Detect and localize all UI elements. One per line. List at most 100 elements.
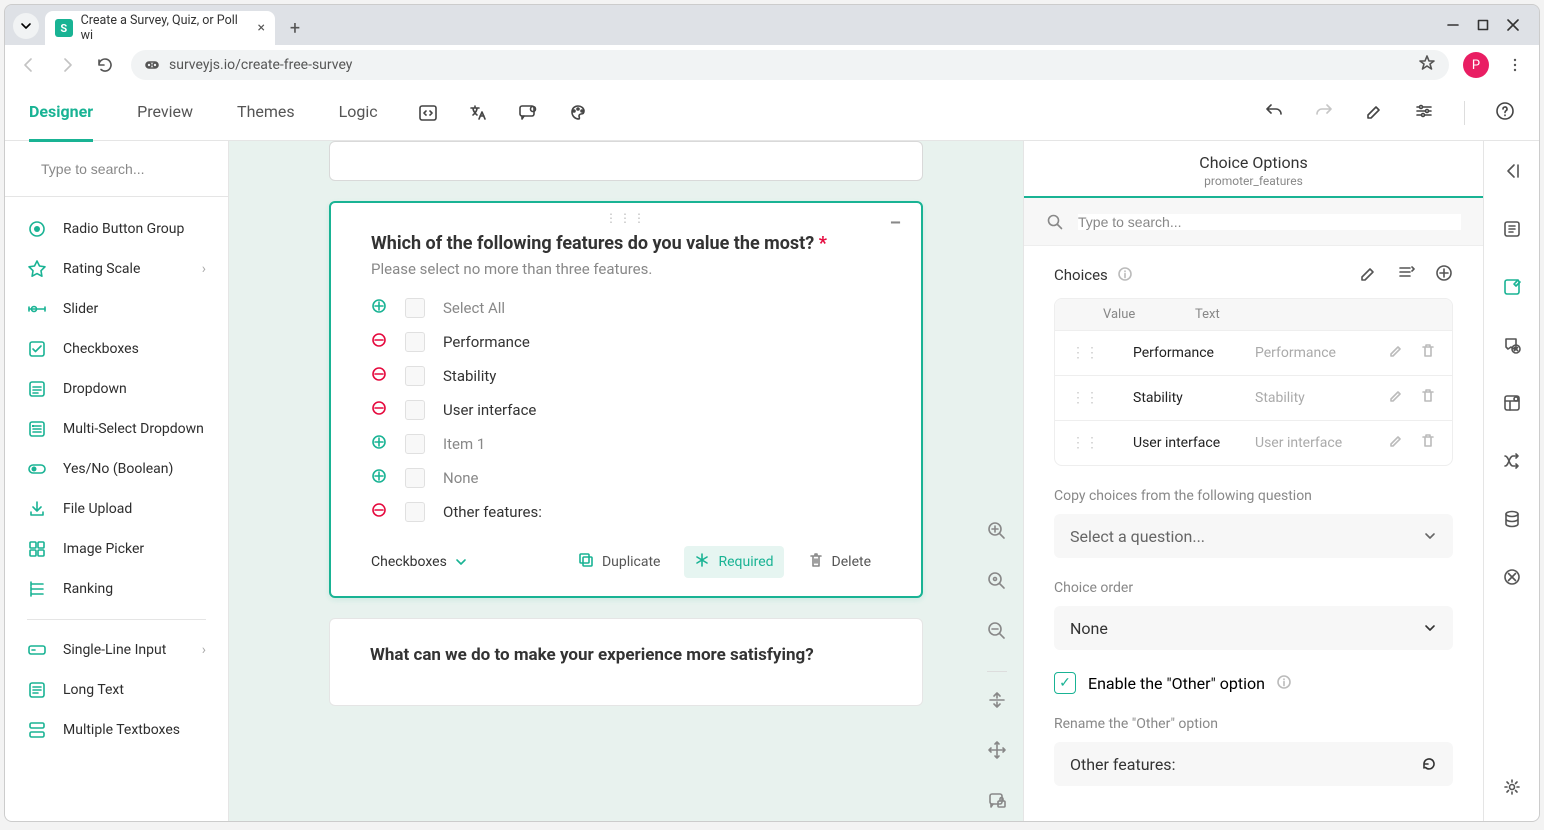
other-text-input[interactable]: Other features: [1054,742,1453,786]
reload-icon[interactable] [93,53,117,77]
choice-text[interactable]: Stability [443,367,496,385]
edit-icon[interactable] [1388,343,1404,363]
general-icon[interactable] [1502,219,1522,243]
remove-icon[interactable] [371,502,387,522]
choice-row[interactable]: Select All [371,298,881,318]
choice-value[interactable]: User interface [1115,435,1255,451]
tab-search-icon[interactable] [13,13,39,39]
tool-item[interactable]: Checkboxes [5,329,228,369]
props-search-input[interactable] [1078,214,1461,230]
choice-text[interactable]: None [443,469,479,487]
copy-source-select[interactable]: Select a question... [1054,514,1453,558]
choice-text[interactable]: Performance [1255,345,1388,361]
tool-item[interactable]: Rating Scale› [5,249,228,289]
question-card[interactable]: ⋮⋮⋮ – Which of the following features do… [329,201,923,598]
drag-handle-icon[interactable]: ⋮⋮⋮ [605,211,647,225]
tool-item[interactable]: Radio Button Group [5,209,228,249]
add-icon[interactable] [371,468,387,488]
question-title[interactable]: Which of the following features do you v… [371,233,881,254]
validation-icon[interactable] [1502,335,1522,359]
back-icon[interactable] [17,53,41,77]
tool-item[interactable]: Long Text [5,670,228,710]
drag-handle-icon[interactable]: ⋮⋮ [1055,345,1115,361]
choice-row[interactable]: Stability [371,366,881,386]
tool-item[interactable]: Image Picker [5,529,228,569]
tab-preview[interactable]: Preview [137,85,193,142]
gear-icon[interactable] [1502,777,1522,801]
choice-text[interactable]: Stability [1255,390,1388,406]
help-icon[interactable] [1495,101,1515,125]
delete-button[interactable]: Delete [798,546,881,578]
choice-text[interactable]: Other features: [443,503,542,521]
settings-icon[interactable] [1414,101,1434,125]
choice-value[interactable]: Performance [1115,345,1255,361]
bookmark-icon[interactable] [1419,55,1435,75]
choice-text[interactable]: User interface [1255,435,1388,451]
remove-icon[interactable] [371,332,387,352]
add-choice-icon[interactable] [1435,264,1453,286]
minimize-icon[interactable] [1447,16,1459,35]
theme-icon[interactable] [568,103,588,123]
delete-icon[interactable] [1420,343,1436,363]
choice-text[interactable]: User interface [443,401,536,419]
choice-row[interactable]: User interface [371,400,881,420]
choice-order-select[interactable]: None [1054,606,1453,650]
choice-text[interactable]: Performance [443,333,530,351]
question-type-select[interactable]: Checkboxes [371,554,467,570]
choices-icon[interactable] [1502,277,1522,301]
zoom-out-icon[interactable] [987,621,1007,645]
close-icon[interactable]: × [258,20,265,36]
profile-avatar[interactable]: P [1463,52,1489,78]
data-icon[interactable] [1502,509,1522,533]
info-icon[interactable] [1118,266,1132,285]
browser-menu-icon[interactable] [1503,53,1527,77]
add-icon[interactable] [371,298,387,318]
batch-edit-icon[interactable] [1397,264,1415,286]
layout-icon[interactable] [1502,393,1522,417]
tool-item[interactable]: Dropdown [5,369,228,409]
choice-text[interactable]: Select All [443,299,505,317]
choice-row[interactable]: None [371,468,881,488]
forward-icon[interactable] [55,53,79,77]
drag-handle-icon[interactable]: ⋮⋮ [1055,435,1115,451]
enable-other-checkbox[interactable]: ✓ [1054,672,1076,694]
move-icon[interactable] [987,740,1007,764]
info-icon[interactable] [1277,674,1291,693]
zoom-reset-icon[interactable] [987,571,1007,595]
url-bar[interactable]: surveyjs.io/create-free-survey [131,50,1449,80]
collapse-icon[interactable]: – [890,213,901,234]
required-button[interactable]: Required [684,546,783,578]
expand-panel-icon[interactable] [1502,161,1522,185]
question-title[interactable]: What can we do to make your experience m… [370,645,882,665]
new-tab-button[interactable]: + [281,14,309,42]
redo-icon[interactable] [1314,101,1334,125]
browser-tab[interactable]: S Create a Survey, Quiz, or Poll wi × [45,11,275,45]
drag-handle-icon[interactable]: ⋮⋮ [1055,390,1115,406]
toolbox-search-input[interactable] [41,161,222,177]
choice-row[interactable]: Performance [371,332,881,352]
tab-themes[interactable]: Themes [237,85,295,142]
zoom-in-icon[interactable] [987,521,1007,545]
maximize-icon[interactable] [1477,16,1489,35]
prev-card[interactable] [329,141,923,181]
edit-icon[interactable] [1388,433,1404,453]
choice-table-row[interactable]: ⋮⋮PerformancePerformance [1055,330,1452,375]
choice-value[interactable]: Stability [1115,390,1255,406]
lock-icon[interactable] [987,790,1007,814]
tool-item[interactable]: Multi-Select Dropdown [5,409,228,449]
tool-item[interactable]: Multiple Textboxes [5,710,228,750]
tool-item[interactable]: File Upload [5,489,228,529]
clear-choices-icon[interactable] [1359,264,1377,286]
choice-table-row[interactable]: ⋮⋮User interfaceUser interface [1055,420,1452,465]
undo-icon[interactable] [1264,101,1284,125]
delete-icon[interactable] [1420,388,1436,408]
remove-icon[interactable] [371,366,387,386]
edit-icon[interactable] [1388,388,1404,408]
choice-text[interactable]: Item 1 [443,435,485,453]
tab-logic[interactable]: Logic [339,85,378,142]
tool-item[interactable]: Ranking [5,569,228,609]
choice-row[interactable]: Other features: [371,502,881,522]
fit-height-icon[interactable] [987,671,1007,714]
question-description[interactable]: Please select no more than three feature… [371,260,881,278]
tool-item[interactable]: Yes/No (Boolean) [5,449,228,489]
